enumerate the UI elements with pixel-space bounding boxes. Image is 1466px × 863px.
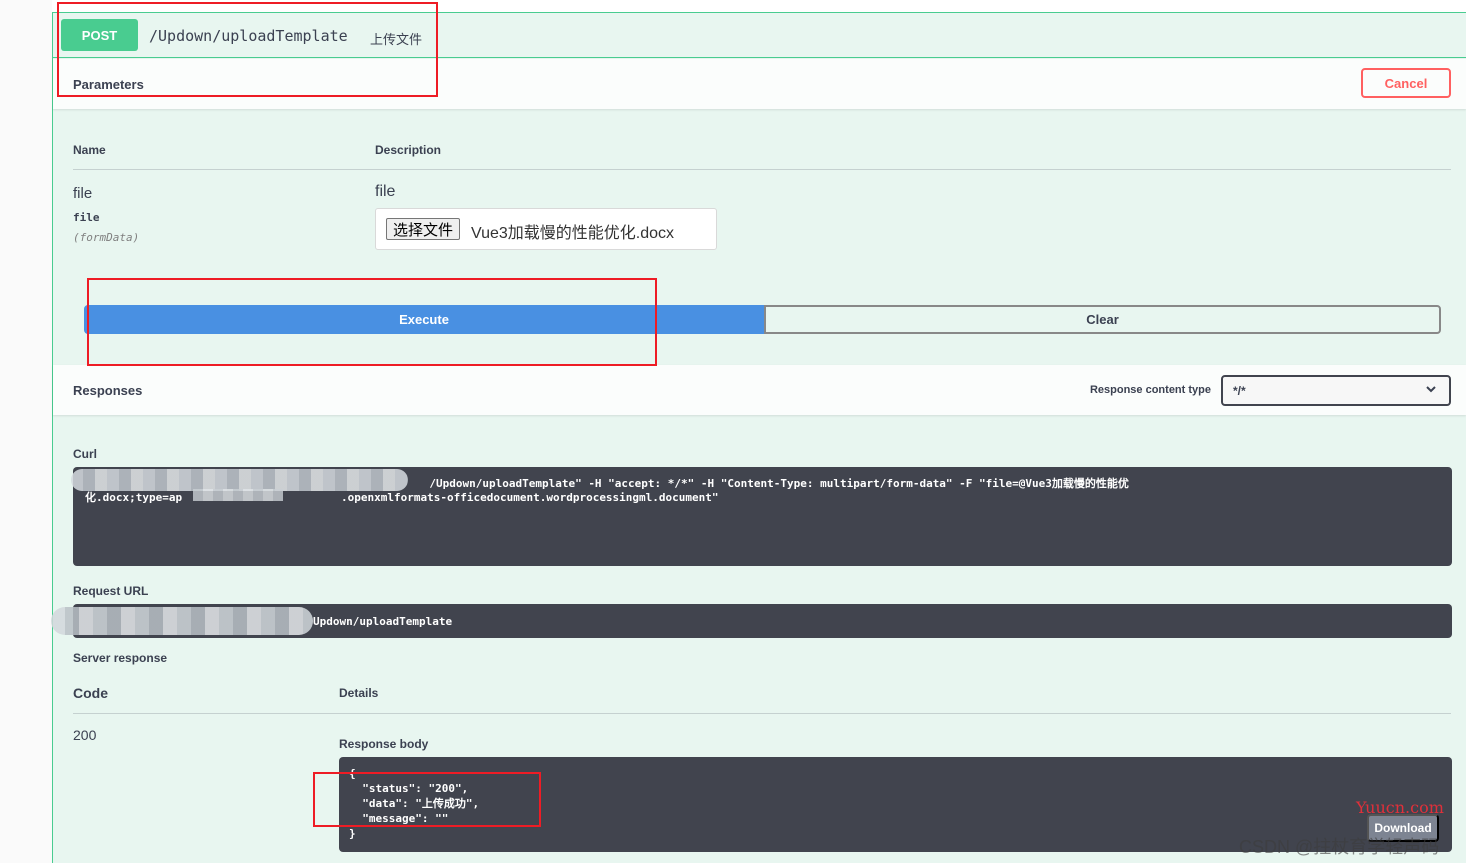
response-body-label: Response body xyxy=(339,737,429,751)
site-watermark: Yuucn.com xyxy=(1356,798,1444,817)
csdn-watermark: CSDN @拄杖育学轻声码 xyxy=(1239,837,1440,857)
highlight-box-execute xyxy=(87,278,657,366)
param-description: file xyxy=(375,183,396,200)
clear-button[interactable]: Clear xyxy=(764,305,1441,334)
param-col-description: Description xyxy=(375,143,442,157)
redacted-url-blur xyxy=(51,607,313,635)
curl-label: Curl xyxy=(73,447,97,461)
highlight-box-response xyxy=(313,772,541,827)
response-content-type-label: Response content type xyxy=(1089,384,1211,396)
selected-file-name: Vue3加载慢的性能优化.docx xyxy=(471,225,675,242)
chevron-down-icon xyxy=(1425,383,1437,398)
highlight-box-endpoint xyxy=(57,2,438,97)
server-response-label: Server response xyxy=(73,651,168,665)
param-table-divider xyxy=(73,169,1451,170)
param-location: (formData) xyxy=(73,231,140,244)
responses-title: Responses xyxy=(73,383,143,398)
response-table-divider xyxy=(73,713,1451,714)
responses-header: Responses Response content type */* xyxy=(53,365,1466,415)
param-name: file xyxy=(73,185,93,202)
response-col-code: Code xyxy=(73,685,108,701)
operation-block-post: POST /Updown/uploadTemplate 上传文件 Paramet… xyxy=(51,12,1466,863)
response-content-type-value: */* xyxy=(1233,383,1246,398)
file-input[interactable]: 选择文件 Vue3加载慢的性能优化.docx xyxy=(375,208,717,250)
response-content-type-select[interactable]: */* xyxy=(1221,375,1451,406)
response-col-details: Details xyxy=(339,686,379,700)
redacted-host-blur xyxy=(71,469,408,491)
request-url-label: Request URL xyxy=(73,584,149,598)
cancel-button[interactable]: Cancel xyxy=(1361,68,1451,98)
param-col-name: Name xyxy=(73,143,106,157)
redacted-type-blur xyxy=(193,489,283,501)
left-margin xyxy=(0,0,52,863)
choose-file-button[interactable]: 选择文件 xyxy=(386,218,461,240)
param-type: file xyxy=(73,211,100,224)
response-status-code: 200 xyxy=(73,727,97,743)
